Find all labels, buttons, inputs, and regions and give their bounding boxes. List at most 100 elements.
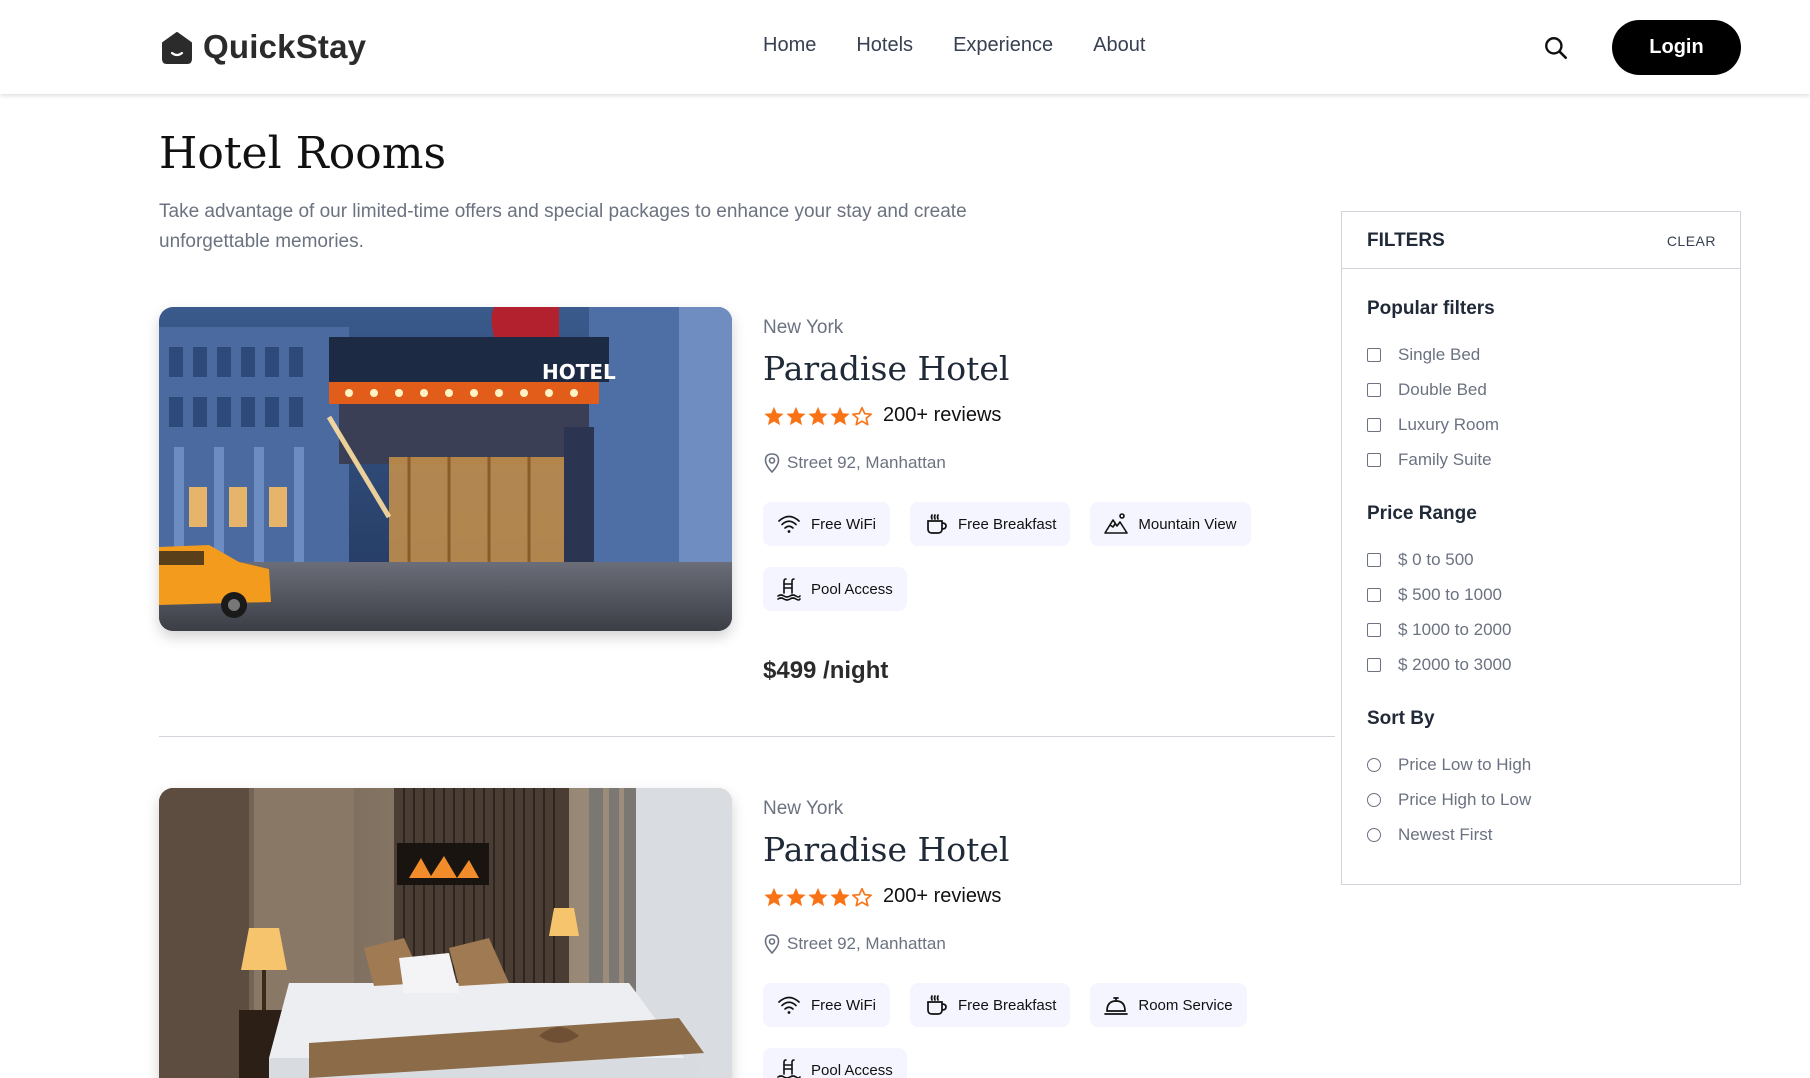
room-service-icon: [1104, 997, 1129, 1015]
star-filled-icon: [764, 406, 784, 425]
star-filled-icon: [830, 406, 850, 425]
filter-price-500-1000[interactable]: $ 500 to 1000: [1367, 585, 1502, 605]
star-filled-icon: [764, 887, 784, 906]
breakfast-icon: [927, 995, 947, 1015]
star-filled-icon: [786, 406, 806, 425]
logo[interactable]: QuickStay: [159, 28, 366, 66]
review-count: 200+ reviews: [883, 404, 1002, 426]
filters-panel: FILTERS CLEAR Popular filters Single Bed…: [1341, 211, 1741, 885]
nav-home[interactable]: Home: [763, 34, 816, 57]
amenity-label: Pool Access: [811, 1061, 893, 1078]
card-divider: [159, 736, 1335, 737]
pool-icon: [777, 1059, 801, 1078]
filter-luxury-room[interactable]: Luxury Room: [1367, 415, 1499, 435]
radio[interactable]: [1367, 758, 1381, 772]
hotel-address: Street 92, Manhattan: [763, 453, 946, 473]
review-count: 200+ reviews: [883, 885, 1002, 907]
sort-by-title: Sort By: [1367, 708, 1435, 729]
filter-label: $ 2000 to 3000: [1398, 655, 1512, 674]
hotel-card: HOTEL New York Paradise Hotel 200+ revie…: [159, 307, 1334, 707]
amenity-label: Free Breakfast: [958, 515, 1057, 533]
amenity-tag: Free Breakfast: [910, 983, 1071, 1027]
star-empty-icon: [852, 887, 872, 907]
hotel-name[interactable]: Paradise Hotel: [763, 349, 1009, 388]
nav-hotels[interactable]: Hotels: [856, 34, 913, 57]
wifi-icon: [778, 515, 800, 533]
filter-label: $ 0 to 500: [1398, 550, 1474, 569]
checkbox[interactable]: [1367, 553, 1381, 567]
checkbox[interactable]: [1367, 623, 1381, 637]
amenity-label: Mountain View: [1138, 515, 1237, 533]
hotel-image[interactable]: [159, 788, 732, 1078]
search-icon[interactable]: [1543, 35, 1569, 61]
filter-double-bed[interactable]: Double Bed: [1367, 380, 1487, 400]
checkbox[interactable]: [1367, 453, 1381, 467]
amenity-label: Free WiFi: [811, 996, 876, 1014]
filter-price-2000-3000[interactable]: $ 2000 to 3000: [1367, 655, 1511, 675]
nav-experience[interactable]: Experience: [953, 34, 1053, 57]
radio[interactable]: [1367, 828, 1381, 842]
amenity-tag: Free WiFi: [763, 502, 890, 546]
filter-price-0-500[interactable]: $ 0 to 500: [1367, 550, 1474, 570]
checkbox[interactable]: [1367, 418, 1381, 432]
filters-header: FILTERS CLEAR: [1342, 212, 1740, 269]
filter-label: $ 500 to 1000: [1398, 585, 1502, 604]
filter-label: $ 1000 to 2000: [1398, 620, 1512, 639]
filters-title: FILTERS: [1367, 230, 1445, 251]
sort-label: Price Low to High: [1398, 755, 1532, 774]
hotel-card: New York Paradise Hotel 200+ reviews Str…: [159, 788, 1334, 1078]
star-filled-icon: [808, 406, 828, 425]
checkbox[interactable]: [1367, 383, 1381, 397]
mountain-icon: [1104, 513, 1129, 534]
navbar: QuickStay Home Hotels Experience About L…: [0, 0, 1810, 94]
location-pin-icon: [764, 934, 780, 954]
brand-name: QuickStay: [203, 28, 367, 65]
star-filled-icon: [786, 887, 806, 906]
amenity-tag: Mountain View: [1090, 502, 1251, 546]
pool-icon: [777, 578, 801, 601]
checkbox[interactable]: [1367, 588, 1381, 602]
hotel-price: $499 /night: [763, 657, 889, 684]
filter-single-bed[interactable]: Single Bed: [1367, 345, 1480, 365]
filter-label: Double Bed: [1398, 380, 1487, 399]
svg-text:HOTEL: HOTEL: [542, 360, 616, 384]
filter-label: Luxury Room: [1398, 415, 1500, 434]
hotel-image[interactable]: HOTEL: [159, 307, 732, 631]
amenity-tag: Free WiFi: [763, 983, 890, 1027]
star-filled-icon: [830, 887, 850, 906]
checkbox[interactable]: [1367, 348, 1381, 362]
star-rating: [763, 405, 873, 427]
hotel-address: Street 92, Manhattan: [763, 934, 946, 954]
amenity-tag: Free Breakfast: [910, 502, 1071, 546]
page-subtitle: Take advantage of our limited-time offer…: [159, 201, 967, 252]
breakfast-icon: [927, 514, 947, 534]
popular-filters-title: Popular filters: [1367, 298, 1495, 319]
checkbox[interactable]: [1367, 658, 1381, 672]
amenity-list: Free WiFi Free Breakfast Room Service Po…: [763, 983, 1283, 1078]
nav-links: Home Hotels Experience About: [763, 34, 1185, 57]
amenity-label: Room Service: [1138, 996, 1233, 1014]
star-empty-icon: [852, 406, 872, 426]
address-text: Street 92, Manhattan: [787, 934, 946, 953]
hotel-rating: 200+ reviews: [763, 404, 1001, 427]
sort-price-low-high[interactable]: Price Low to High: [1367, 755, 1531, 775]
location-pin-icon: [764, 453, 780, 473]
clear-filters-button[interactable]: CLEAR: [1667, 233, 1716, 249]
wifi-icon: [778, 996, 800, 1014]
login-button[interactable]: Login: [1612, 20, 1741, 75]
hotel-city: New York: [763, 317, 844, 338]
hotel-city: New York: [763, 798, 844, 819]
star-rating: [763, 886, 873, 908]
filter-price-1000-2000[interactable]: $ 1000 to 2000: [1367, 620, 1511, 640]
sort-label: Price High to Low: [1398, 790, 1532, 809]
hotel-name[interactable]: Paradise Hotel: [763, 830, 1009, 869]
amenity-tag: Pool Access: [763, 1048, 907, 1078]
sort-newest-first[interactable]: Newest First: [1367, 825, 1492, 845]
sort-price-high-low[interactable]: Price High to Low: [1367, 790, 1531, 810]
amenity-list: Free WiFi Free Breakfast Mountain View P…: [763, 502, 1283, 632]
filter-family-suite[interactable]: Family Suite: [1367, 450, 1492, 470]
filter-label: Single Bed: [1398, 345, 1481, 364]
nav-about[interactable]: About: [1093, 34, 1145, 57]
page-title: Hotel Rooms: [159, 128, 447, 179]
radio[interactable]: [1367, 793, 1381, 807]
